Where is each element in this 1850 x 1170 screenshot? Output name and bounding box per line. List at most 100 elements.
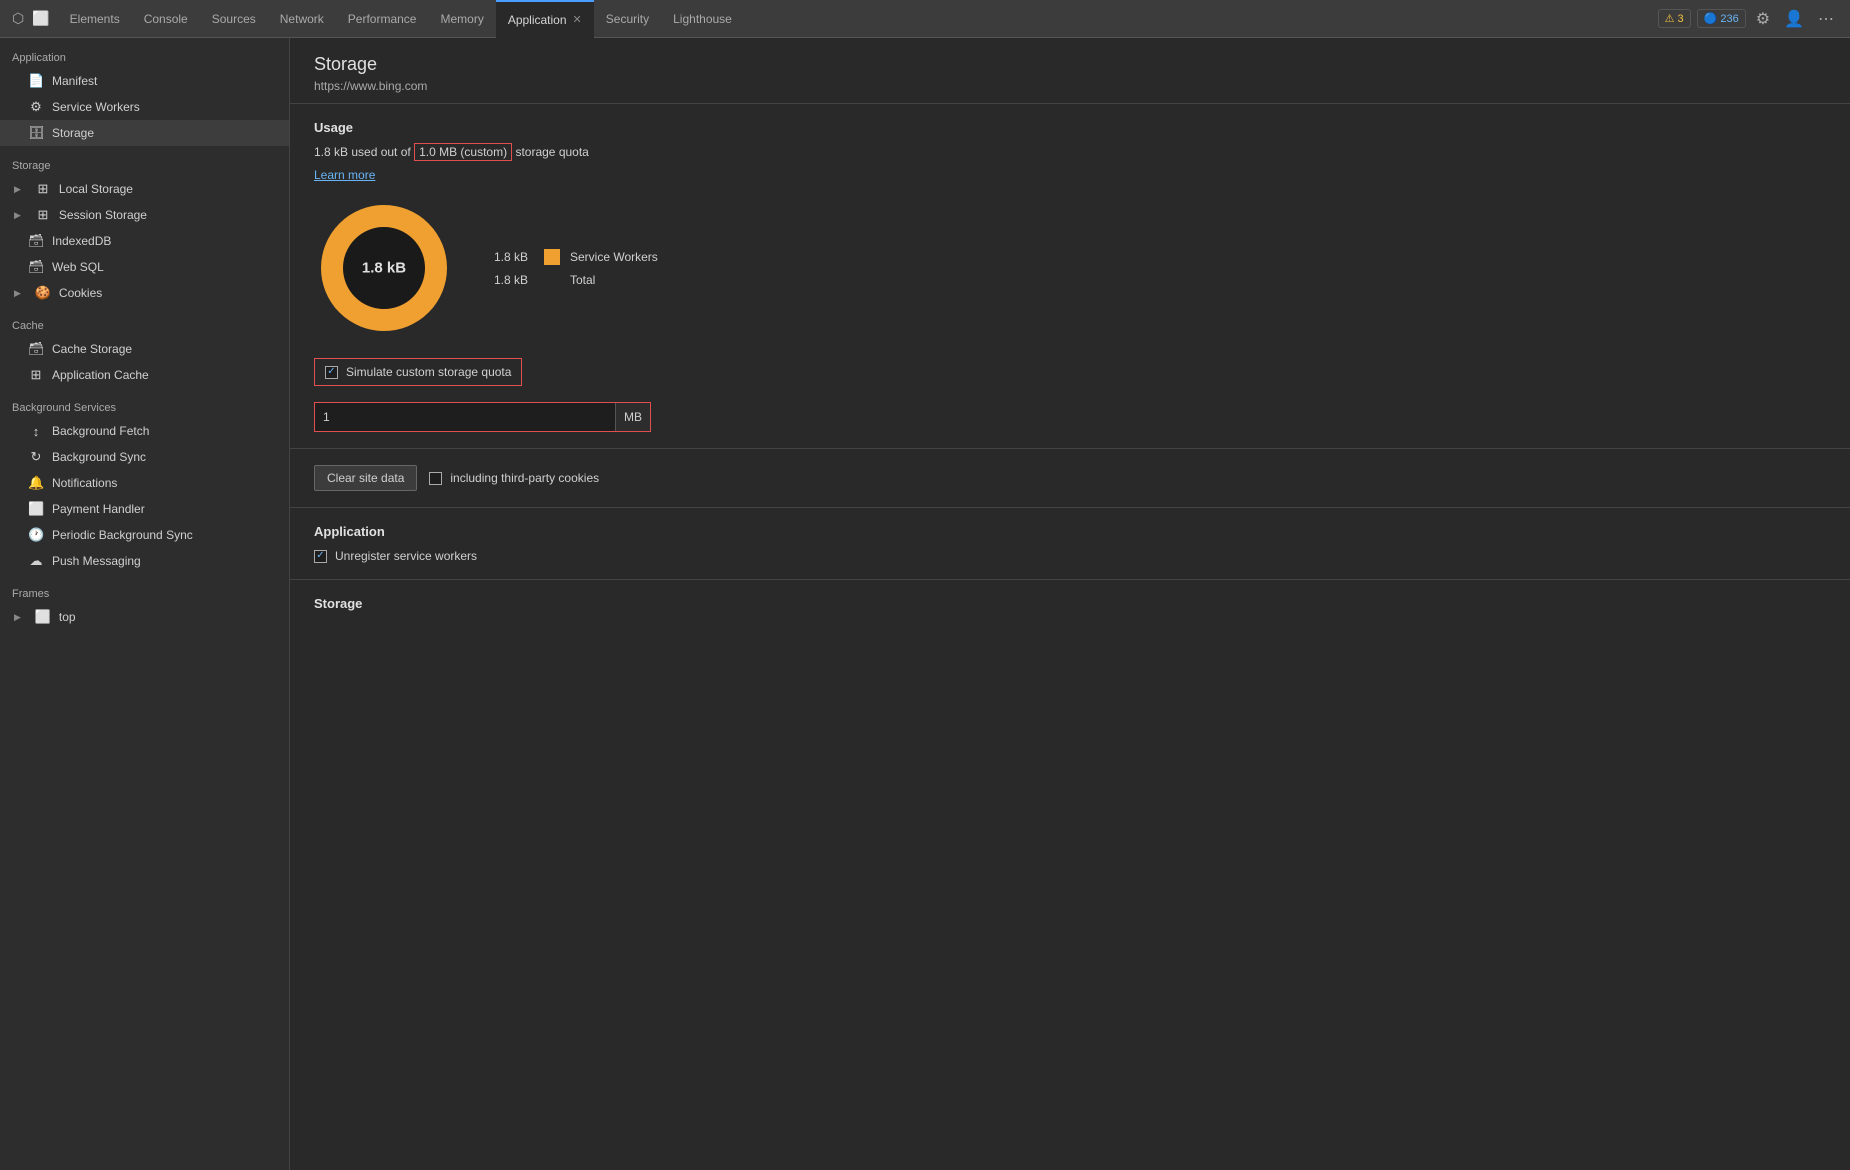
sidebar-section-application: Application [0, 38, 289, 68]
tab-bar: ⬡ ⬜ Elements Console Sources Network Per… [0, 0, 1850, 38]
custom-quota-badge: 1.0 MB (custom) [414, 143, 512, 161]
sidebar-item-manifest[interactable]: 📄 Manifest [0, 68, 289, 94]
sidebar-item-notifications[interactable]: 🔔 Notifications [0, 470, 289, 496]
usage-text: 1.8 kB used out of 1.0 MB (custom) stora… [314, 145, 1826, 159]
usage-section: Usage 1.8 kB used out of 1.0 MB (custom)… [290, 104, 1850, 449]
learn-more-link[interactable]: Learn more [314, 168, 375, 182]
web-sql-icon: 🗃 [28, 259, 44, 275]
cursor-icon[interactable]: ⬡ [12, 10, 24, 27]
legend-sw-value: 1.8 kB [494, 250, 534, 264]
simulate-label: Simulate custom storage quota [346, 365, 511, 379]
tab-application[interactable]: Application ✕ [496, 0, 594, 38]
application-clear-section: Application Unregister service workers [290, 508, 1850, 580]
usage-section-title: Usage [314, 120, 1826, 135]
quota-input[interactable] [315, 403, 615, 431]
sidebar-section-bg-services: Background Services [0, 388, 289, 418]
tab-close-icon[interactable]: ✕ [573, 13, 582, 26]
content-header: Storage https://www.bing.com [290, 38, 1850, 104]
quota-input-wrapper: MB [314, 402, 651, 432]
legend-sw-name: Service Workers [570, 250, 658, 264]
third-party-cookies-checkbox[interactable] [429, 472, 442, 485]
sidebar-item-session-storage[interactable]: ▶ ⊞ Session Storage [0, 202, 289, 228]
legend-row-sw: 1.8 kB Service Workers [494, 249, 658, 265]
bg-sync-icon: ↻ [28, 449, 44, 465]
legend-total-name: Total [570, 273, 595, 287]
sidebar-item-bg-fetch[interactable]: ↕ Background Fetch [0, 418, 289, 444]
more-icon[interactable]: ⋯ [1814, 7, 1838, 31]
unregister-checkbox[interactable] [314, 550, 327, 563]
settings-icon[interactable]: ⚙ [1752, 7, 1774, 31]
sidebar-item-periodic-bg-sync[interactable]: 🕐 Periodic Background Sync [0, 522, 289, 548]
payment-handler-icon: ⬜ [28, 501, 44, 517]
application-cache-icon: ⊞ [28, 367, 44, 383]
sidebar-item-cache-storage[interactable]: 🗃 Cache Storage [0, 336, 289, 362]
local-storage-icon: ⊞ [35, 181, 51, 197]
local-storage-arrow: ▶ [14, 184, 21, 195]
simulate-quota-wrapper: Simulate custom storage quota [314, 358, 1826, 396]
sidebar-item-storage[interactable]: 🗄 Storage [0, 120, 289, 146]
application-section-title: Application [314, 524, 1826, 539]
top-arrow: ▶ [14, 612, 21, 623]
tab-performance[interactable]: Performance [336, 0, 429, 38]
page-url: https://www.bing.com [314, 79, 1826, 93]
tab-memory[interactable]: Memory [428, 0, 495, 38]
tab-security[interactable]: Security [594, 0, 661, 38]
unregister-row: Unregister service workers [314, 549, 1826, 563]
bg-fetch-icon: ↕ [28, 424, 44, 439]
sidebar-section-storage: Storage [0, 146, 289, 176]
sidebar-item-top[interactable]: ▶ ⬜ top [0, 604, 289, 630]
cookies-arrow: ▶ [14, 288, 21, 299]
simulate-row: Simulate custom storage quota [314, 358, 522, 386]
sidebar-item-push-messaging[interactable]: ☁ Push Messaging [0, 548, 289, 574]
warning-icon: ⚠ [1665, 12, 1675, 25]
content-area: Storage https://www.bing.com Usage 1.8 k… [290, 38, 1850, 1170]
donut-chart: 1.8 kB [314, 198, 454, 338]
profile-icon[interactable]: 👤 [1780, 7, 1808, 31]
sidebar-item-payment-handler[interactable]: ⬜ Payment Handler [0, 496, 289, 522]
storage-icon: 🗄 [28, 125, 44, 141]
clear-section: Clear site data including third-party co… [290, 449, 1850, 508]
sidebar: Application 📄 Manifest ⚙ Service Workers… [0, 38, 290, 1170]
sidebar-section-frames: Frames [0, 574, 289, 604]
info-icon: 🔵 [1704, 12, 1718, 25]
tab-sources[interactable]: Sources [200, 0, 268, 38]
tab-lighthouse[interactable]: Lighthouse [661, 0, 744, 38]
session-storage-arrow: ▶ [14, 210, 21, 221]
legend-total-value: 1.8 kB [494, 273, 534, 287]
sidebar-item-web-sql[interactable]: 🗃 Web SQL [0, 254, 289, 280]
sidebar-item-local-storage[interactable]: ▶ ⊞ Local Storage [0, 176, 289, 202]
sidebar-item-application-cache[interactable]: ⊞ Application Cache [0, 362, 289, 388]
info-badge[interactable]: 🔵 236 [1697, 9, 1746, 28]
service-workers-icon: ⚙ [28, 99, 44, 115]
sidebar-section-cache: Cache [0, 306, 289, 336]
quota-input-row: MB [314, 402, 1826, 432]
session-storage-icon: ⊞ [35, 207, 51, 223]
legend-sw-color [544, 249, 560, 265]
cookies-icon: 🍪 [35, 285, 51, 301]
periodic-bg-sync-icon: 🕐 [28, 527, 44, 543]
sidebar-item-cookies[interactable]: ▶ 🍪 Cookies [0, 280, 289, 306]
storage-section-title: Storage [314, 596, 1826, 611]
donut-svg [314, 198, 454, 338]
quota-unit: MB [615, 403, 650, 431]
tab-network[interactable]: Network [268, 0, 336, 38]
storage-clear-section: Storage [290, 580, 1850, 637]
tab-elements[interactable]: Elements [58, 0, 132, 38]
clear-label: including third-party cookies [429, 471, 599, 485]
sidebar-item-bg-sync[interactable]: ↻ Background Sync [0, 444, 289, 470]
main-layout: Application 📄 Manifest ⚙ Service Workers… [0, 38, 1850, 1170]
tab-console[interactable]: Console [132, 0, 200, 38]
page-title: Storage [314, 54, 1826, 75]
sidebar-item-indexeddb[interactable]: 🗃 IndexedDB [0, 228, 289, 254]
indexeddb-icon: 🗃 [28, 233, 44, 249]
simulate-checkbox[interactable] [325, 366, 338, 379]
device-icon[interactable]: ⬜ [32, 10, 49, 27]
sidebar-item-service-workers[interactable]: ⚙ Service Workers [0, 94, 289, 120]
cache-storage-icon: 🗃 [28, 341, 44, 357]
clear-site-data-button[interactable]: Clear site data [314, 465, 417, 491]
push-messaging-icon: ☁ [28, 553, 44, 569]
warning-badge[interactable]: ⚠ 3 [1658, 9, 1691, 28]
notifications-icon: 🔔 [28, 475, 44, 491]
chart-area: 1.8 kB 1.8 kB Service Workers 1.8 kB Tot… [314, 198, 1826, 338]
devtools-icons: ⬡ ⬜ [4, 10, 58, 27]
